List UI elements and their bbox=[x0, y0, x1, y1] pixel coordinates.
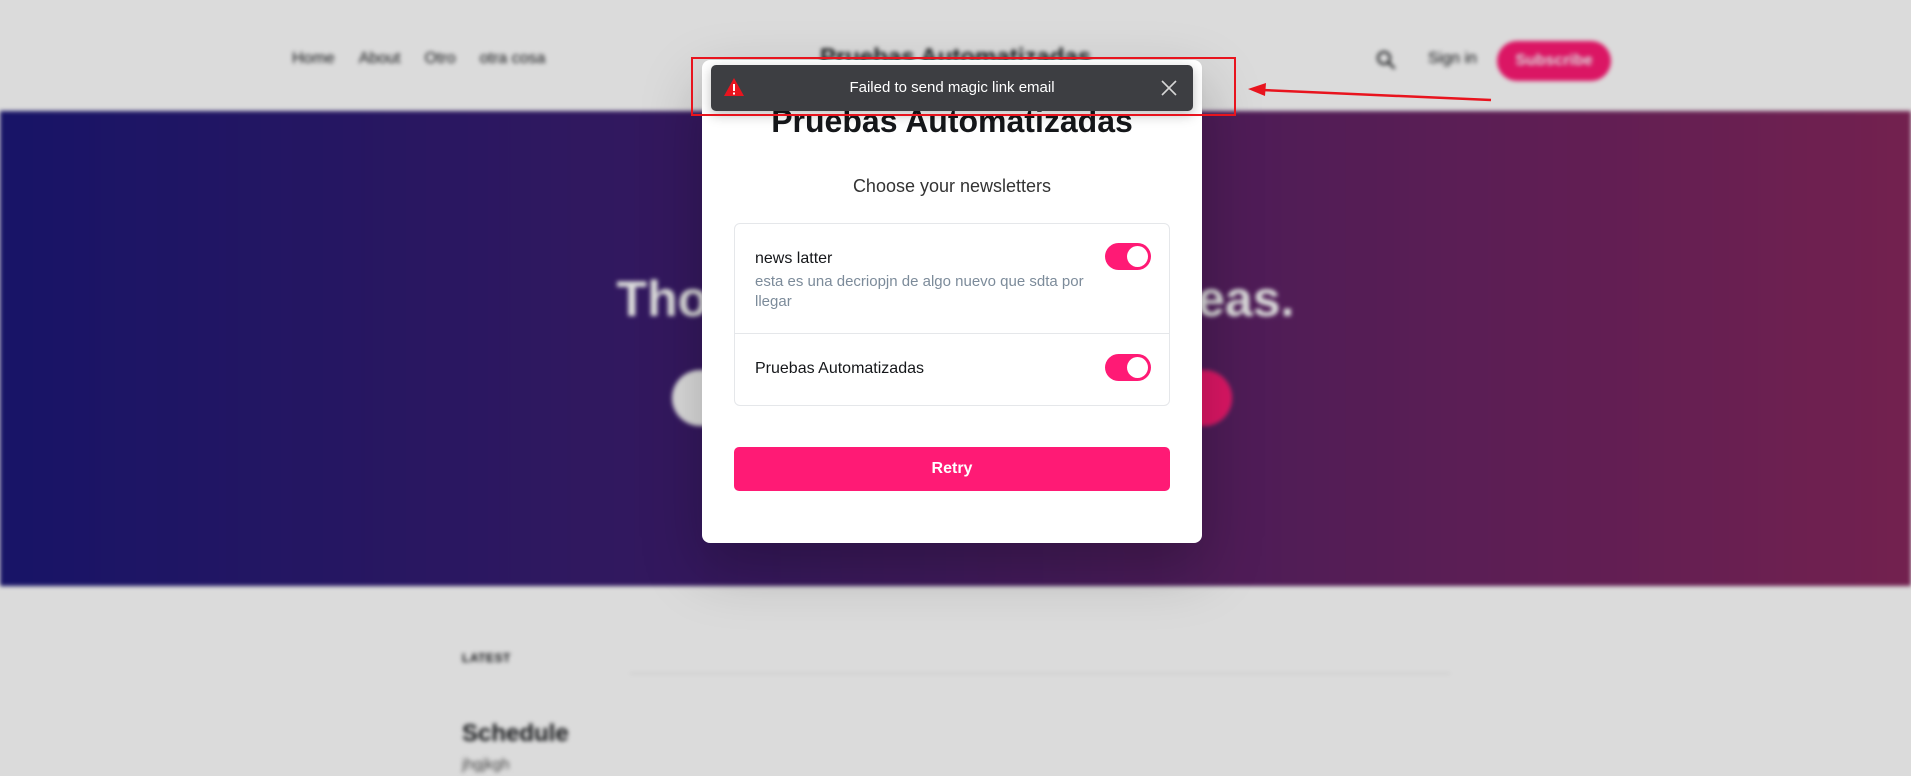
newsletter-modal: Pruebas Automatizadas Choose your newsle… bbox=[702, 60, 1202, 543]
retry-button[interactable]: Retry bbox=[734, 447, 1170, 491]
newsletter-item: news latter esta es una decriopjn de alg… bbox=[735, 224, 1169, 334]
newsletter-list: news latter esta es una decriopjn de alg… bbox=[734, 223, 1170, 406]
newsletter-name: Pruebas Automatizadas bbox=[755, 360, 924, 377]
newsletter-item: Pruebas Automatizadas bbox=[735, 334, 1169, 406]
toggle-knob bbox=[1127, 357, 1148, 378]
newsletter-toggle[interactable] bbox=[1105, 354, 1151, 381]
newsletter-toggle[interactable] bbox=[1105, 243, 1151, 270]
annotation-highlight-box bbox=[691, 57, 1236, 116]
newsletter-name: news latter bbox=[755, 250, 833, 267]
toggle-knob bbox=[1127, 246, 1148, 267]
modal-subtitle: Choose your newsletters bbox=[852, 176, 1052, 196]
newsletter-description: esta es una decriopjn de algo nuevo que … bbox=[755, 273, 1084, 310]
